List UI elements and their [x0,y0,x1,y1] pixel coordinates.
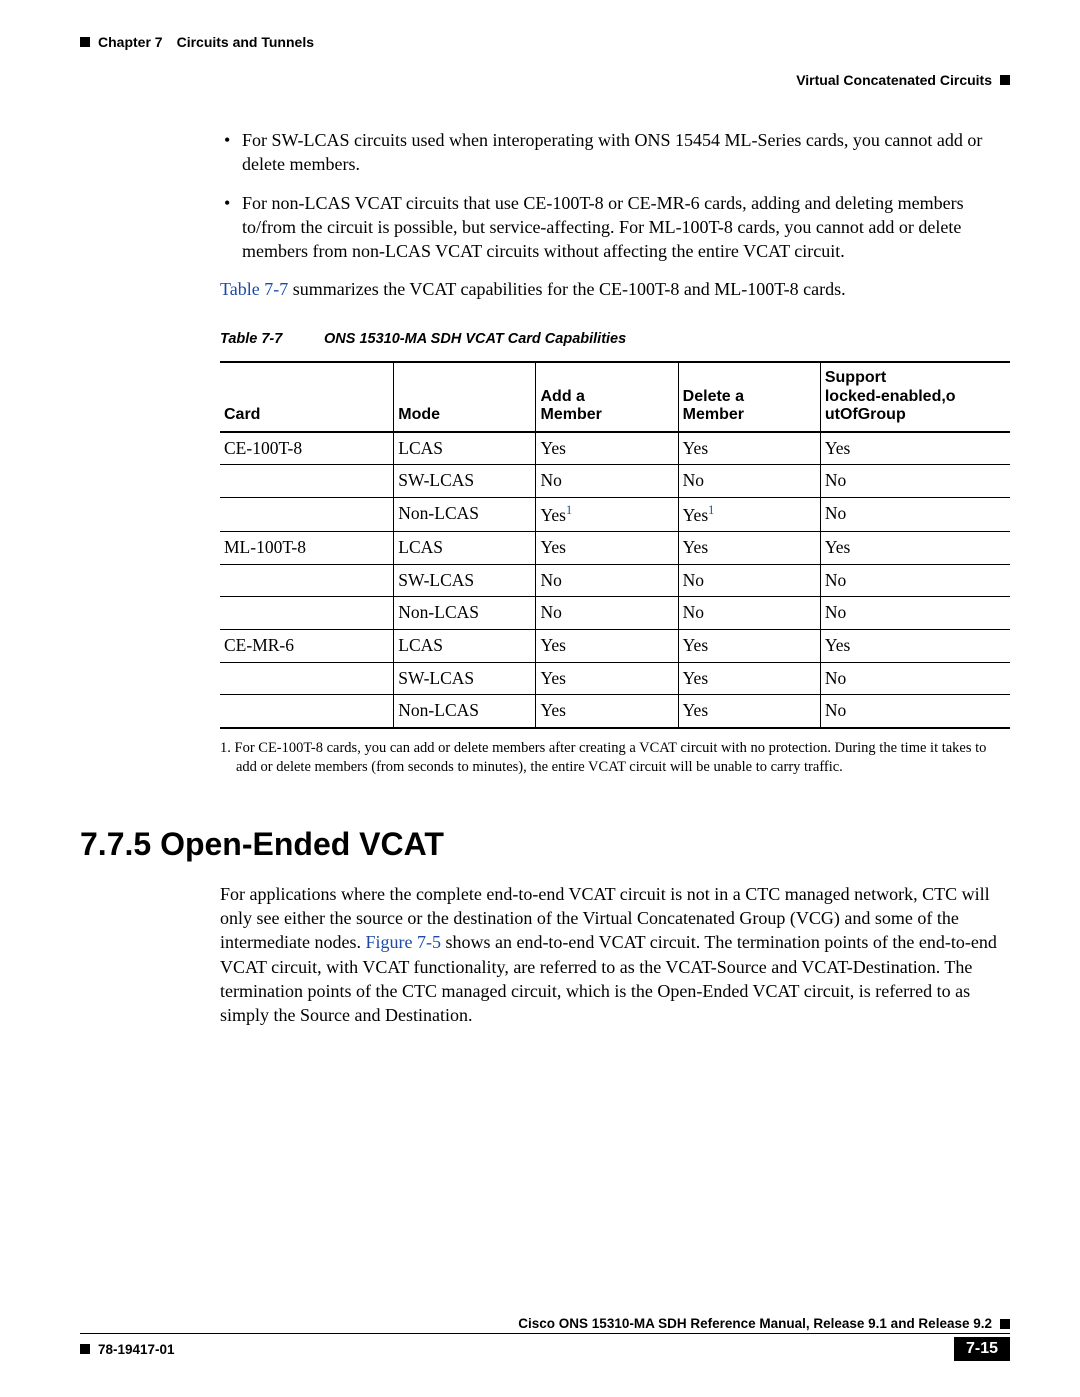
table-cell: No [678,564,820,597]
footnote-ref[interactable]: 1 [708,503,714,517]
header-marker-icon [1000,75,1010,85]
table-cell: Yes [678,695,820,728]
table-cell: CE-MR-6 [220,630,394,663]
page-number-badge: 7-15 [954,1337,1010,1361]
table-cell [220,662,394,695]
table-cell: Non-LCAS [394,497,536,531]
table-cell [220,564,394,597]
table-cell [220,695,394,728]
header-marker-icon [80,37,90,47]
table-cell: Yes [678,532,820,565]
table-reference-link[interactable]: Table 7-7 [220,279,288,299]
chapter-title: Circuits and Tunnels [177,34,314,50]
body-content: For SW-LCAS circuits used when interoper… [220,128,1010,1028]
manual-title: Cisco ONS 15310-MA SDH Reference Manual,… [518,1316,992,1331]
table-row: SW-LCASYesYesNo [220,662,1010,695]
table-cell: No [536,564,678,597]
table-cell: Yes [536,695,678,728]
col-header-mode: Mode [394,362,536,431]
table-caption-text: ONS 15310-MA SDH VCAT Card Capabilities [324,331,626,347]
table-cell: Non-LCAS [394,695,536,728]
table-row: CE-100T-8LCASYesYesYes [220,432,1010,465]
table-cell: LCAS [394,630,536,663]
table-cell: No [536,597,678,630]
footer-marker-icon [80,1344,90,1354]
footnote-marker: 1 [220,740,227,756]
table-cell: No [820,564,1010,597]
section-title: Virtual Concatenated Circuits [796,72,992,88]
document-page: Chapter 7 Circuits and Tunnels Virtual C… [0,0,1080,1397]
table-cell: No [820,465,1010,498]
table-cell: Yes [536,532,678,565]
table-cell [220,497,394,531]
table-cell: SW-LCAS [394,465,536,498]
table-row: Non-LCASNoNoNo [220,597,1010,630]
table-cell: Yes [678,432,820,465]
table-cell: No [820,497,1010,531]
bullet-list: For SW-LCAS circuits used when interoper… [220,128,1010,263]
col-header-support: Supportlocked-enabled,outOfGroup [820,362,1010,431]
footnote-ref[interactable]: 1 [566,503,572,517]
table-cell: Yes [678,630,820,663]
table-row: SW-LCASNoNoNo [220,564,1010,597]
table-cell: No [678,465,820,498]
chapter-label: Chapter 7 [98,34,163,50]
table-row: ML-100T-8LCASYesYesYes [220,532,1010,565]
table-cell: Yes [536,630,678,663]
table-cell: No [820,597,1010,630]
table-caption: Table 7-7 ONS 15310-MA SDH VCAT Card Cap… [220,330,1010,350]
summary-sentence: Table 7-7 summarizes the VCAT capabiliti… [220,277,1010,301]
table-cell: LCAS [394,532,536,565]
table-cell: CE-100T-8 [220,432,394,465]
section-paragraph: For applications where the complete end-… [220,882,1010,1028]
table-row: Non-LCASYesYesNo [220,695,1010,728]
list-item: For non-LCAS VCAT circuits that use CE-1… [220,191,1010,264]
table-cell: Yes [678,662,820,695]
table-cell: SW-LCAS [394,662,536,695]
table-cell: Non-LCAS [394,597,536,630]
table-cell: No [678,597,820,630]
section-heading: 7.7.5 Open-Ended VCAT [80,823,1010,866]
table-cell: No [820,662,1010,695]
table-cell: Yes1 [678,497,820,531]
table-cell: Yes [536,662,678,695]
table-caption-label: Table 7-7 [220,330,320,350]
summary-rest: summarizes the VCAT capabilities for the… [288,279,845,299]
running-header: Chapter 7 Circuits and Tunnels [80,34,1010,50]
table-cell [220,597,394,630]
table-cell: No [536,465,678,498]
table-row: Non-LCASYes1Yes1No [220,497,1010,531]
table-cell: Yes [820,630,1010,663]
table-cell: Yes [820,432,1010,465]
table-cell: ML-100T-8 [220,532,394,565]
col-header-add: Add aMember [536,362,678,431]
footnote-text: For CE-100T-8 cards, you can add or dele… [235,740,987,775]
table-row: SW-LCASNoNoNo [220,465,1010,498]
vcat-capabilities-table: Card Mode Add aMember Delete aMember Sup… [220,361,1010,729]
col-header-card: Card [220,362,394,431]
table-cell: Yes [820,532,1010,565]
table-cell: LCAS [394,432,536,465]
table-row: CE-MR-6LCASYesYesYes [220,630,1010,663]
footer-marker-icon [1000,1319,1010,1329]
table-cell: No [820,695,1010,728]
list-item: For SW-LCAS circuits used when interoper… [220,128,1010,177]
page-footer: Cisco ONS 15310-MA SDH Reference Manual,… [80,1316,1010,1361]
table-cell: SW-LCAS [394,564,536,597]
doc-number: 78-19417-01 [98,1342,175,1357]
table-cell: Yes [536,432,678,465]
table-cell: Yes1 [536,497,678,531]
table-footnote: 1. For CE-100T-8 cards, you can add or d… [220,739,1010,777]
table-cell [220,465,394,498]
figure-reference-link[interactable]: Figure 7-5 [365,932,441,952]
col-header-delete: Delete aMember [678,362,820,431]
